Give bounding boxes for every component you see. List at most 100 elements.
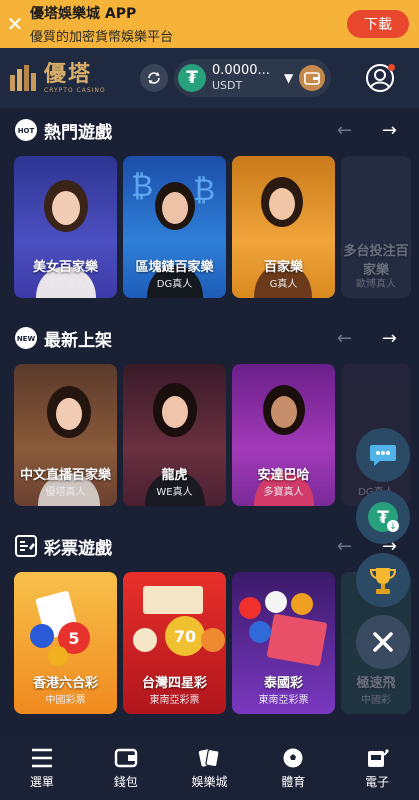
deposit-button[interactable]: ₮ ↓	[356, 490, 410, 544]
nav-label: 娛樂城	[191, 774, 228, 789]
svg-text:5: 5	[68, 629, 79, 648]
refresh-icon	[148, 72, 160, 84]
download-button[interactable]: 下載	[347, 10, 409, 38]
wallet-icon	[114, 748, 137, 767]
nav-label: 錢包	[113, 774, 138, 789]
game-provider: DG真人	[156, 279, 193, 290]
game-name: 龍虎	[161, 468, 188, 483]
close-floating-menu-button[interactable]	[356, 615, 410, 669]
menu-icon	[31, 748, 52, 767]
game-name: 台灣四星彩	[141, 676, 207, 691]
carousel-arrows: ← →	[337, 120, 397, 141]
game-provider: 東南亞彩票	[258, 695, 309, 706]
nav-item-menu[interactable]: 選單	[0, 736, 84, 800]
user-avatar[interactable]	[365, 63, 395, 93]
bottom-navigation: 選單 錢包 娛樂城 體育 電子	[0, 736, 419, 800]
game-provider: 優塔真人	[45, 487, 86, 498]
hot-badge-label: HOT	[18, 127, 35, 135]
nav-item-wallet[interactable]: 錢包	[84, 736, 168, 800]
balance-block: 0.0000... USDT	[212, 63, 284, 93]
game-name: 極速飛	[356, 676, 396, 691]
game-provider: 優塔真人	[45, 279, 86, 290]
game-name: 泰國彩	[263, 676, 303, 691]
lottery-ticket-icon	[15, 535, 37, 557]
nav-label: 電子	[365, 774, 390, 789]
banner-subtitle: 優質的加密貨幣娛樂平台	[30, 30, 174, 45]
arrow-right-icon[interactable]: →	[382, 328, 397, 349]
banner-title: 優塔娛樂城 APP	[30, 6, 137, 22]
wallet-balance-selector[interactable]: ₮ 0.0000... USDT ▼	[174, 59, 331, 97]
svg-text:₿: ₿	[193, 173, 215, 208]
banner-texts: 優塔娛樂城 APP 優質的加密貨幣娛樂平台	[30, 3, 347, 45]
game-name: 香港六合彩	[32, 676, 98, 691]
game-name: 區塊鏈百家樂	[135, 260, 214, 275]
balance-currency: USDT	[212, 79, 243, 92]
lottery-games-row: 5 香港六合彩 中國彩票 70 台灣四星彩 東南亞彩票 泰國彩 東南亞彩票 極速…	[14, 572, 411, 714]
game-provider: 中國彩票	[45, 695, 86, 706]
soccer-icon	[283, 748, 303, 767]
nav-label: 體育	[281, 774, 306, 789]
nav-item-slots[interactable]: 電子	[335, 736, 419, 800]
game-provider: 東南亞彩票	[149, 695, 200, 706]
app-download-banner: ✕ 優塔娛樂城 APP 優質的加密貨幣娛樂平台 下載	[0, 0, 419, 48]
game-card[interactable]: ₿ ₿ 區塊鏈百家樂 DG真人	[123, 156, 226, 298]
section-new-games-header: NEW 最新上架 ← →	[0, 323, 419, 353]
game-card[interactable]: 5 香港六合彩 中國彩票	[14, 572, 117, 714]
game-provider: 歐博真人	[356, 279, 396, 290]
top-header: 優塔 CRYPTO CASINO ₮ 0.0000... USDT ▼	[0, 48, 419, 108]
slot-machine-icon	[368, 748, 389, 767]
game-card[interactable]: 泰國彩 東南亞彩票	[232, 572, 335, 714]
chat-bubble-icon	[370, 445, 396, 466]
notification-dot	[388, 64, 395, 71]
wallet-icon[interactable]	[299, 65, 326, 91]
brand-logo[interactable]: 優塔 CRYPTO CASINO	[8, 61, 128, 94]
game-card[interactable]: 安達巴哈 多寶真人	[232, 364, 335, 506]
game-name: 中文直播百家樂	[19, 468, 111, 483]
svg-text:70: 70	[174, 627, 196, 646]
trophy-icon	[369, 568, 397, 594]
brand-tagline: CRYPTO CASINO	[44, 86, 106, 94]
new-games-row: 中文直播百家樂 優塔真人 龍虎 WE真人 安達巴哈 多寶真人 DG真人	[14, 364, 411, 506]
close-icon	[373, 632, 393, 652]
game-card[interactable]: 多台投注百家樂 歐博真人	[341, 156, 411, 298]
section-title: 最新上架	[44, 330, 112, 351]
section-hot-games-header: HOT 熱門遊戲 ← →	[0, 115, 419, 145]
chat-button[interactable]	[356, 428, 410, 482]
close-icon[interactable]: ✕	[0, 12, 30, 36]
svg-text:↓: ↓	[389, 522, 397, 532]
carousel-arrows: ← →	[337, 328, 397, 349]
tether-icon: ₮	[178, 64, 206, 92]
game-card[interactable]: 中文直播百家樂 優塔真人	[14, 364, 117, 506]
game-provider: 中國彩	[361, 695, 391, 706]
game-card[interactable]: 70 台灣四星彩 東南亞彩票	[123, 572, 226, 714]
brand-name: 優塔	[44, 61, 93, 87]
nav-item-sports[interactable]: 體育	[251, 736, 335, 800]
arrow-left-icon[interactable]: ←	[337, 120, 352, 141]
rewards-button[interactable]	[356, 553, 410, 607]
section-lottery-header: 彩票遊戲 ← →	[0, 531, 419, 561]
section-title: 彩票遊戲	[44, 538, 112, 559]
game-provider: 多寶真人	[263, 487, 304, 498]
game-name: 美女百家樂	[32, 260, 98, 275]
new-badge-label: NEW	[17, 335, 36, 343]
game-provider: G真人	[269, 279, 298, 290]
arrow-left-icon[interactable]: ←	[337, 328, 352, 349]
new-badge-icon: NEW	[15, 327, 37, 349]
hot-badge-icon: HOT	[15, 119, 37, 141]
nav-label: 選單	[29, 774, 54, 789]
refresh-button[interactable]	[140, 64, 168, 92]
brand-text: 優塔 CRYPTO CASINO	[44, 61, 106, 94]
game-provider: WE真人	[156, 487, 193, 498]
arrow-right-icon[interactable]: →	[382, 120, 397, 141]
nav-item-casino[interactable]: 娛樂城	[168, 736, 252, 800]
tether-coin-icon: ₮ ↓	[368, 502, 399, 532]
svg-text:₿: ₿	[131, 169, 153, 204]
arrow-left-icon[interactable]: ←	[337, 536, 352, 557]
game-card[interactable]: 龍虎 WE真人	[123, 364, 226, 506]
game-name: 安達巴哈	[257, 468, 310, 483]
game-card[interactable]: 美女百家樂 優塔真人	[14, 156, 117, 298]
caret-down-icon[interactable]: ▼	[284, 71, 293, 85]
game-card[interactable]: 百家樂 G真人	[232, 156, 335, 298]
hot-games-row: 美女百家樂 優塔真人 ₿ ₿ 區塊鏈百家樂 DG真人 百家樂 G真人 多台投注百…	[14, 156, 411, 298]
logo-mark-icon	[10, 65, 36, 91]
